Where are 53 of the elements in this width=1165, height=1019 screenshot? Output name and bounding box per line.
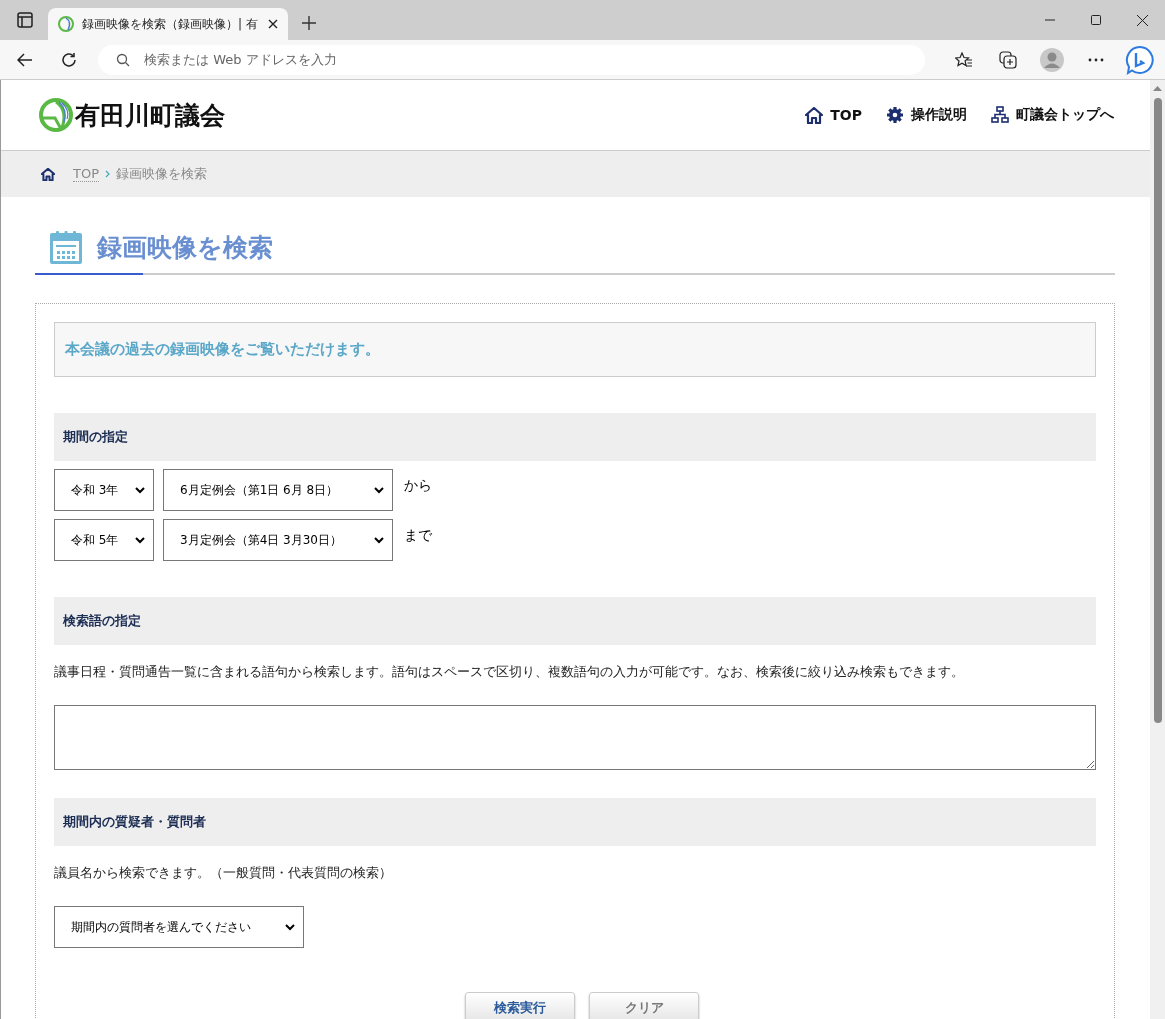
nav-link[interactable]: 操作説明 [886,106,967,124]
page-title: 録画映像を検索 [97,231,273,264]
meeting-select[interactable]: 3月定例会（第4日 3月30日） [163,519,393,561]
breadcrumb-current: 録画映像を検索 [116,165,207,183]
section-heading: 期間内の質疑者・質問者 [54,798,1096,846]
close-icon[interactable] [268,19,278,29]
chat-bubble-icon[interactable] [1125,44,1155,75]
site-favicon-icon [58,16,74,32]
range-label: まで [404,527,432,545]
site-name: 有田川町議会 [75,99,225,132]
back-arrow-icon[interactable] [17,52,33,67]
year-select[interactable]: 令和 3年 [54,469,154,511]
chevron-right-icon [105,170,110,178]
year-select[interactable]: 令和 5年 [54,519,154,561]
sitemap-icon [991,106,1009,124]
clear-button[interactable]: クリア [589,992,699,1019]
chevron-down-icon [285,923,295,931]
address-bar[interactable]: 検索または Web アドレスを入力 [98,44,925,75]
calendar-icon [49,229,83,265]
nav-link[interactable]: TOP [805,106,862,124]
collections-icon[interactable] [999,50,1017,69]
meeting-select[interactable]: 6月定例会（第1日 6月 8日） [163,469,393,511]
intro-text: 本会議の過去の録画映像をご覧いただけます。 [54,322,1096,377]
questioner-description: 議員名から検索できます。（一般質問・代表質問の検索） [54,864,393,882]
chevron-down-icon [135,486,145,494]
tab-actions-icon[interactable] [17,12,33,28]
search-icon [116,52,130,67]
browser-tab[interactable]: 録画映像を検索（録画映像）| 有 [48,8,288,40]
section-heading: 検索語の指定 [54,597,1096,645]
questioner-select[interactable]: 期間内の質問者を選んでください [54,906,304,948]
chevron-down-icon [135,536,145,544]
gear-icon [886,106,904,124]
logo-icon [39,98,73,132]
chevron-down-icon [374,536,384,544]
nav-link[interactable]: 町議会トップへ [991,106,1114,124]
keyword-input[interactable] [54,705,1096,770]
scrollbar-thumb[interactable] [1154,98,1162,723]
favorites-star-icon[interactable] [955,51,973,68]
refresh-icon[interactable] [61,51,77,68]
scroll-up-icon[interactable] [1153,85,1162,91]
profile-avatar-icon[interactable] [1040,47,1064,72]
chevron-down-icon [374,486,384,494]
range-label: から [404,477,432,495]
home-icon [41,167,55,181]
tab-title: 録画映像を検索（録画映像）| 有 [82,15,259,33]
home-icon [805,106,824,124]
close-icon[interactable] [1136,14,1148,26]
keyword-description: 議事日程・質問通告一覧に含まれる語句から検索します。語句はスペースで区切り、複数語句の入力が可能です。なお、検索後に絞り込み検索もできます。 [54,663,965,681]
new-tab-icon[interactable] [302,16,316,30]
maximize-icon[interactable] [1091,15,1101,25]
section-heading: 期間の指定 [54,413,1096,461]
search-button[interactable]: 検索実行 [465,992,575,1019]
more-icon[interactable] [1088,57,1104,62]
